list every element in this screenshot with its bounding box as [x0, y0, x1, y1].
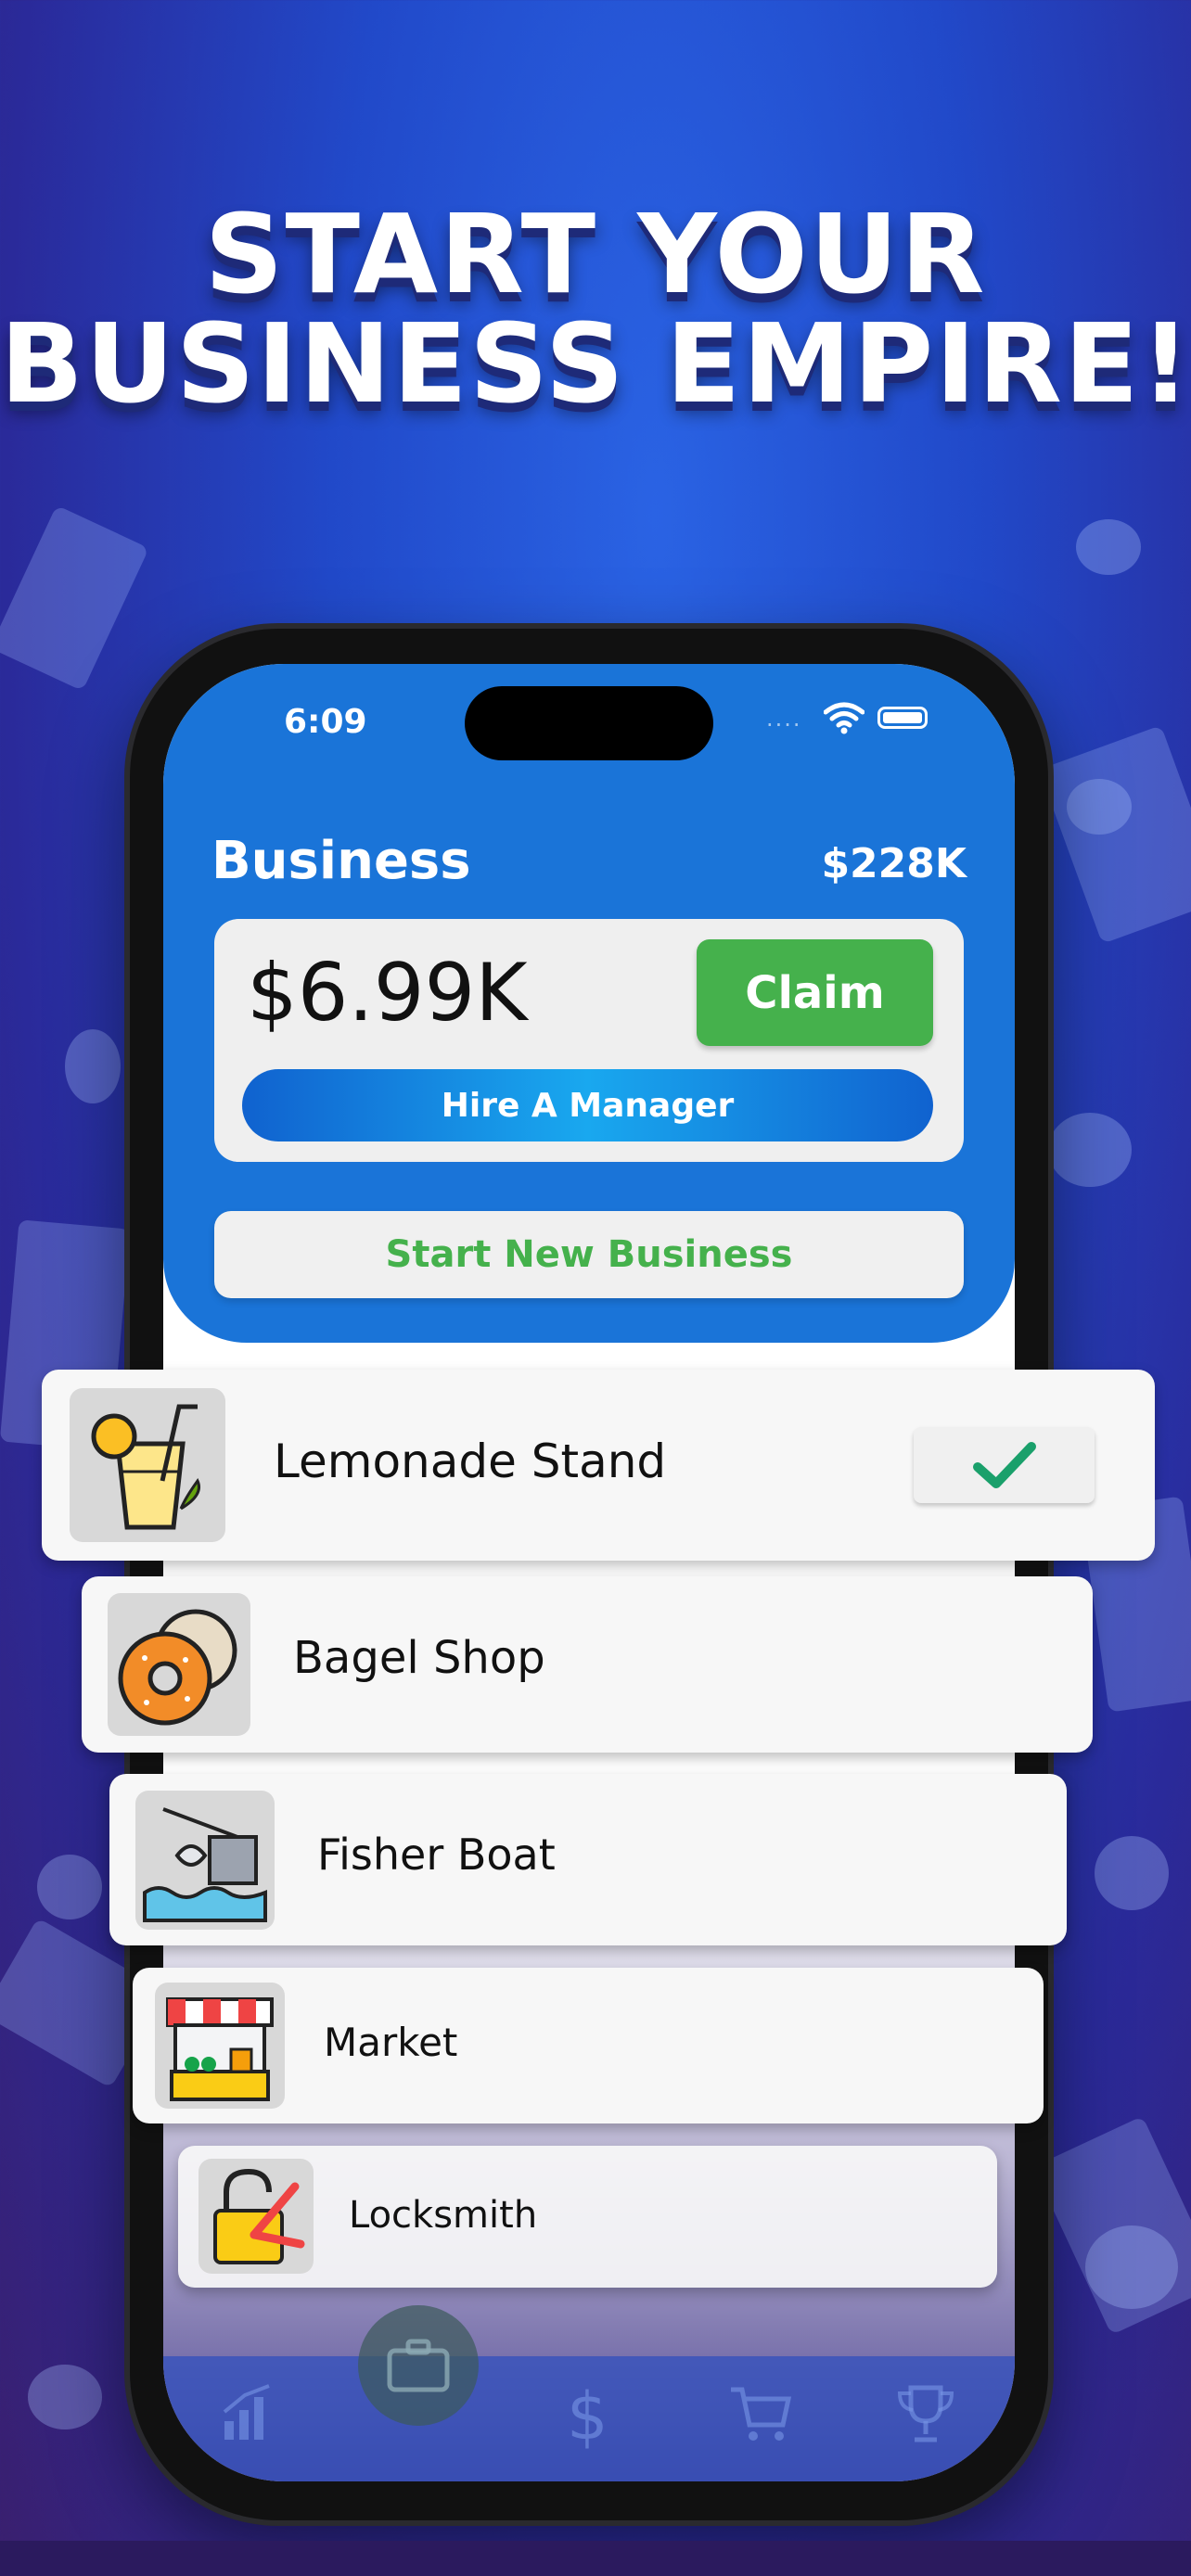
hire-manager-button[interactable]: Hire A Manager — [242, 1069, 933, 1141]
total-money: $228K — [821, 840, 967, 887]
headline: START YOUR BUSINESS EMPIRE! — [0, 199, 1191, 418]
headline-line-1: START YOUR — [204, 190, 987, 318]
earnings-card: $6.99K Claim Hire A Manager — [214, 919, 964, 1162]
headline-line-2: BUSINESS EMPIRE! — [0, 300, 1191, 427]
business-header: 6:09 ···· Business $228K $6.99K Claim Hi… — [163, 664, 1015, 1343]
trophy-icon[interactable] — [896, 2384, 955, 2458]
business-row-fisher-boat[interactable]: Fisher Boat — [109, 1774, 1067, 1945]
dollar-icon[interactable]: $ — [567, 2384, 608, 2449]
business-row-lemonade-stand[interactable]: Lemonade Stand — [42, 1370, 1155, 1561]
start-new-business-button[interactable]: Start New Business — [214, 1211, 964, 1298]
chart-icon[interactable] — [221, 2384, 276, 2458]
business-row-market[interactable]: Market — [133, 1968, 1044, 2123]
claim-button[interactable]: Claim — [697, 939, 933, 1046]
battery-icon — [877, 707, 928, 729]
business-name: Fisher Boat — [317, 1830, 556, 1880]
business-row-bagel-shop[interactable]: Bagel Shop — [82, 1576, 1093, 1753]
status-time: 6:09 — [284, 703, 367, 741]
business-name: Market — [324, 2020, 458, 2065]
wifi-icon — [824, 702, 864, 734]
earnings-amount: $6.99K — [247, 947, 528, 1039]
market-stall-icon — [155, 1983, 285, 2109]
business-name: Bagel Shop — [293, 1632, 545, 1684]
check-icon — [972, 1442, 1036, 1488]
business-name: Lemonade Stand — [274, 1435, 667, 1488]
business-name: Locksmith — [349, 2194, 538, 2237]
fishing-boat-icon — [135, 1791, 275, 1930]
business-row-locksmith[interactable]: Locksmith — [178, 2146, 997, 2288]
signal-icon: ···· — [766, 712, 802, 738]
page-title: Business — [211, 831, 471, 891]
lemonade-icon — [70, 1388, 225, 1542]
briefcase-icon[interactable] — [358, 2305, 479, 2426]
bottom-strip — [0, 2541, 1191, 2576]
lock-icon — [198, 2159, 314, 2274]
cart-icon[interactable] — [727, 2384, 792, 2458]
dynamic-island — [465, 686, 713, 760]
bagel-icon — [108, 1593, 250, 1736]
selected-check-button[interactable] — [914, 1427, 1095, 1503]
